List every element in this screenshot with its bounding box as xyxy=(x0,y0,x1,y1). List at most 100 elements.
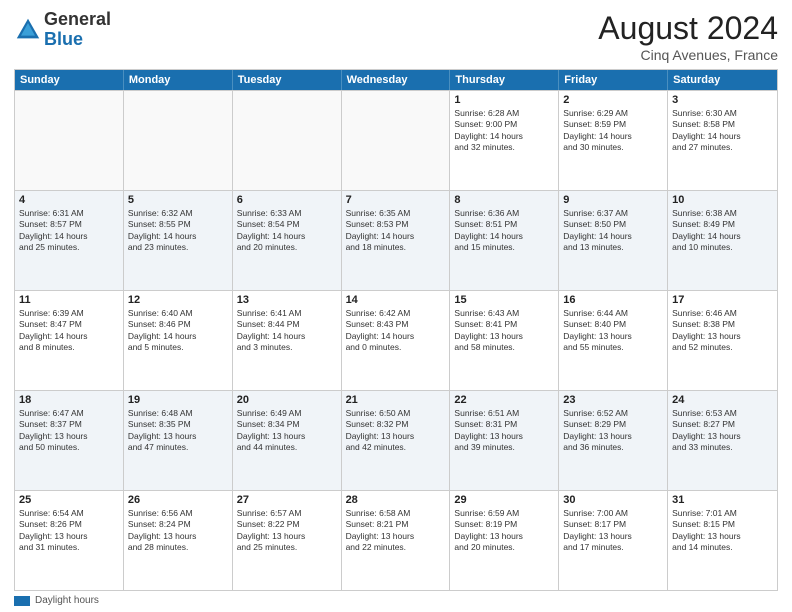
calendar-cell: 22 Sunrise: 6:51 AM Sunset: 8:31 PM Dayli… xyxy=(450,391,559,490)
logo-icon xyxy=(14,16,42,44)
calendar-header-cell: Friday xyxy=(559,70,668,90)
calendar-header: SundayMondayTuesdayWednesdayThursdayFrid… xyxy=(15,70,777,90)
day-number: 17 xyxy=(672,294,773,306)
calendar-cell: 18 Sunrise: 6:47 AM Sunset: 8:37 PM Dayli… xyxy=(15,391,124,490)
cell-info: Sunrise: 6:52 AM Sunset: 8:29 PM Dayligh… xyxy=(563,408,663,454)
day-number: 25 xyxy=(19,494,119,506)
day-number: 23 xyxy=(563,394,663,406)
month-year: August 2024 xyxy=(598,10,778,47)
day-number: 8 xyxy=(454,194,554,206)
day-number: 21 xyxy=(346,394,446,406)
calendar-cell: 21 Sunrise: 6:50 AM Sunset: 8:32 PM Dayli… xyxy=(342,391,451,490)
calendar-header-cell: Monday xyxy=(124,70,233,90)
calendar-row: 1Sunrise: 6:28 AM Sunset: 9:00 PM Daylig… xyxy=(15,90,777,190)
cell-info: Sunrise: 6:28 AM Sunset: 9:00 PM Dayligh… xyxy=(454,108,554,154)
cell-info: Sunrise: 6:54 AM Sunset: 8:26 PM Dayligh… xyxy=(19,508,119,554)
calendar-cell: 11 Sunrise: 6:39 AM Sunset: 8:47 PM Dayli… xyxy=(15,291,124,390)
day-number: 16 xyxy=(563,294,663,306)
day-number: 10 xyxy=(672,194,773,206)
cell-info: Sunrise: 6:36 AM Sunset: 8:51 PM Dayligh… xyxy=(454,208,554,254)
calendar-cell: 7 Sunrise: 6:35 AM Sunset: 8:53 PM Daylig… xyxy=(342,191,451,290)
cell-info: Sunrise: 6:40 AM Sunset: 8:46 PM Dayligh… xyxy=(128,308,228,354)
calendar-cell: 6Sunrise: 6:33 AM Sunset: 8:54 PM Daylig… xyxy=(233,191,342,290)
cell-info: Sunrise: 6:35 AM Sunset: 8:53 PM Dayligh… xyxy=(346,208,446,254)
location: Cinq Avenues, France xyxy=(598,47,778,63)
day-number: 12 xyxy=(128,294,228,306)
day-number: 18 xyxy=(19,394,119,406)
day-number: 22 xyxy=(454,394,554,406)
logo: General Blue xyxy=(14,10,111,50)
calendar-cell: 10 Sunrise: 6:38 AM Sunset: 8:49 PM Dayli… xyxy=(668,191,777,290)
calendar-header-cell: Wednesday xyxy=(342,70,451,90)
calendar-cell: 23 Sunrise: 6:52 AM Sunset: 8:29 PM Dayli… xyxy=(559,391,668,490)
calendar-cell: 2Sunrise: 6:29 AM Sunset: 8:59 PM Daylig… xyxy=(559,91,668,190)
cell-info: Sunrise: 6:44 AM Sunset: 8:40 PM Dayligh… xyxy=(563,308,663,354)
calendar-cell: 8 Sunrise: 6:36 AM Sunset: 8:51 PM Daylig… xyxy=(450,191,559,290)
cell-info: Sunrise: 7:01 AM Sunset: 8:15 PM Dayligh… xyxy=(672,508,773,554)
calendar-cell: 19 Sunrise: 6:48 AM Sunset: 8:35 PM Dayli… xyxy=(124,391,233,490)
cell-info: Sunrise: 6:37 AM Sunset: 8:50 PM Dayligh… xyxy=(563,208,663,254)
calendar-cell xyxy=(124,91,233,190)
day-number: 7 xyxy=(346,194,446,206)
day-number: 31 xyxy=(672,494,773,506)
calendar-header-cell: Saturday xyxy=(668,70,777,90)
cell-info: Sunrise: 6:50 AM Sunset: 8:32 PM Dayligh… xyxy=(346,408,446,454)
cell-info: Sunrise: 6:58 AM Sunset: 8:21 PM Dayligh… xyxy=(346,508,446,554)
calendar-cell xyxy=(342,91,451,190)
cell-info: Sunrise: 6:56 AM Sunset: 8:24 PM Dayligh… xyxy=(128,508,228,554)
day-number: 24 xyxy=(672,394,773,406)
calendar-body: 1Sunrise: 6:28 AM Sunset: 9:00 PM Daylig… xyxy=(15,90,777,590)
day-number: 9 xyxy=(563,194,663,206)
cell-info: Sunrise: 6:32 AM Sunset: 8:55 PM Dayligh… xyxy=(128,208,228,254)
day-number: 28 xyxy=(346,494,446,506)
calendar-cell: 13Sunrise: 6:41 AM Sunset: 8:44 PM Dayli… xyxy=(233,291,342,390)
day-number: 19 xyxy=(128,394,228,406)
cell-info: Sunrise: 6:47 AM Sunset: 8:37 PM Dayligh… xyxy=(19,408,119,454)
calendar-cell: 31 Sunrise: 7:01 AM Sunset: 8:15 PM Dayli… xyxy=(668,491,777,590)
cell-info: Sunrise: 6:51 AM Sunset: 8:31 PM Dayligh… xyxy=(454,408,554,454)
logo-text: General Blue xyxy=(44,10,111,50)
daylight-swatch xyxy=(14,596,30,606)
daylight-label: Daylight hours xyxy=(35,595,99,606)
page: General Blue August 2024 Cinq Avenues, F… xyxy=(0,0,792,612)
calendar-header-cell: Tuesday xyxy=(233,70,342,90)
calendar-header-cell: Thursday xyxy=(450,70,559,90)
calendar-cell xyxy=(15,91,124,190)
cell-info: Sunrise: 6:38 AM Sunset: 8:49 PM Dayligh… xyxy=(672,208,773,254)
calendar-cell: 4Sunrise: 6:31 AM Sunset: 8:57 PM Daylig… xyxy=(15,191,124,290)
calendar-cell: 16 Sunrise: 6:44 AM Sunset: 8:40 PM Dayli… xyxy=(559,291,668,390)
calendar-row: 25 Sunrise: 6:54 AM Sunset: 8:26 PM Dayli… xyxy=(15,490,777,590)
cell-info: Sunrise: 6:33 AM Sunset: 8:54 PM Dayligh… xyxy=(237,208,337,254)
cell-info: Sunrise: 6:29 AM Sunset: 8:59 PM Dayligh… xyxy=(563,108,663,154)
calendar-header-cell: Sunday xyxy=(15,70,124,90)
calendar-cell: 12 Sunrise: 6:40 AM Sunset: 8:46 PM Dayli… xyxy=(124,291,233,390)
day-number: 27 xyxy=(237,494,337,506)
day-number: 4 xyxy=(19,194,119,206)
calendar-cell: 27Sunrise: 6:57 AM Sunset: 8:22 PM Dayli… xyxy=(233,491,342,590)
logo-general: General xyxy=(44,9,111,29)
day-number: 11 xyxy=(19,294,119,306)
calendar-cell: 17 Sunrise: 6:46 AM Sunset: 8:38 PM Dayli… xyxy=(668,291,777,390)
day-number: 30 xyxy=(563,494,663,506)
cell-info: Sunrise: 7:00 AM Sunset: 8:17 PM Dayligh… xyxy=(563,508,663,554)
calendar-cell: 20 Sunrise: 6:49 AM Sunset: 8:34 PM Dayli… xyxy=(233,391,342,490)
calendar-cell xyxy=(233,91,342,190)
calendar-cell: 26 Sunrise: 6:56 AM Sunset: 8:24 PM Dayli… xyxy=(124,491,233,590)
day-number: 26 xyxy=(128,494,228,506)
cell-info: Sunrise: 6:53 AM Sunset: 8:27 PM Dayligh… xyxy=(672,408,773,454)
cell-info: Sunrise: 6:48 AM Sunset: 8:35 PM Dayligh… xyxy=(128,408,228,454)
calendar-cell: 1Sunrise: 6:28 AM Sunset: 9:00 PM Daylig… xyxy=(450,91,559,190)
footer: Daylight hours xyxy=(14,591,778,606)
calendar-row: 4Sunrise: 6:31 AM Sunset: 8:57 PM Daylig… xyxy=(15,190,777,290)
calendar-cell: 28 Sunrise: 6:58 AM Sunset: 8:21 PM Dayli… xyxy=(342,491,451,590)
calendar-cell: 30 Sunrise: 7:00 AM Sunset: 8:17 PM Dayli… xyxy=(559,491,668,590)
calendar-row: 18 Sunrise: 6:47 AM Sunset: 8:37 PM Dayli… xyxy=(15,390,777,490)
day-number: 20 xyxy=(237,394,337,406)
calendar-row: 11 Sunrise: 6:39 AM Sunset: 8:47 PM Dayli… xyxy=(15,290,777,390)
calendar: SundayMondayTuesdayWednesdayThursdayFrid… xyxy=(14,69,778,591)
cell-info: Sunrise: 6:46 AM Sunset: 8:38 PM Dayligh… xyxy=(672,308,773,354)
day-number: 14 xyxy=(346,294,446,306)
day-number: 15 xyxy=(454,294,554,306)
cell-info: Sunrise: 6:49 AM Sunset: 8:34 PM Dayligh… xyxy=(237,408,337,454)
cell-info: Sunrise: 6:39 AM Sunset: 8:47 PM Dayligh… xyxy=(19,308,119,354)
